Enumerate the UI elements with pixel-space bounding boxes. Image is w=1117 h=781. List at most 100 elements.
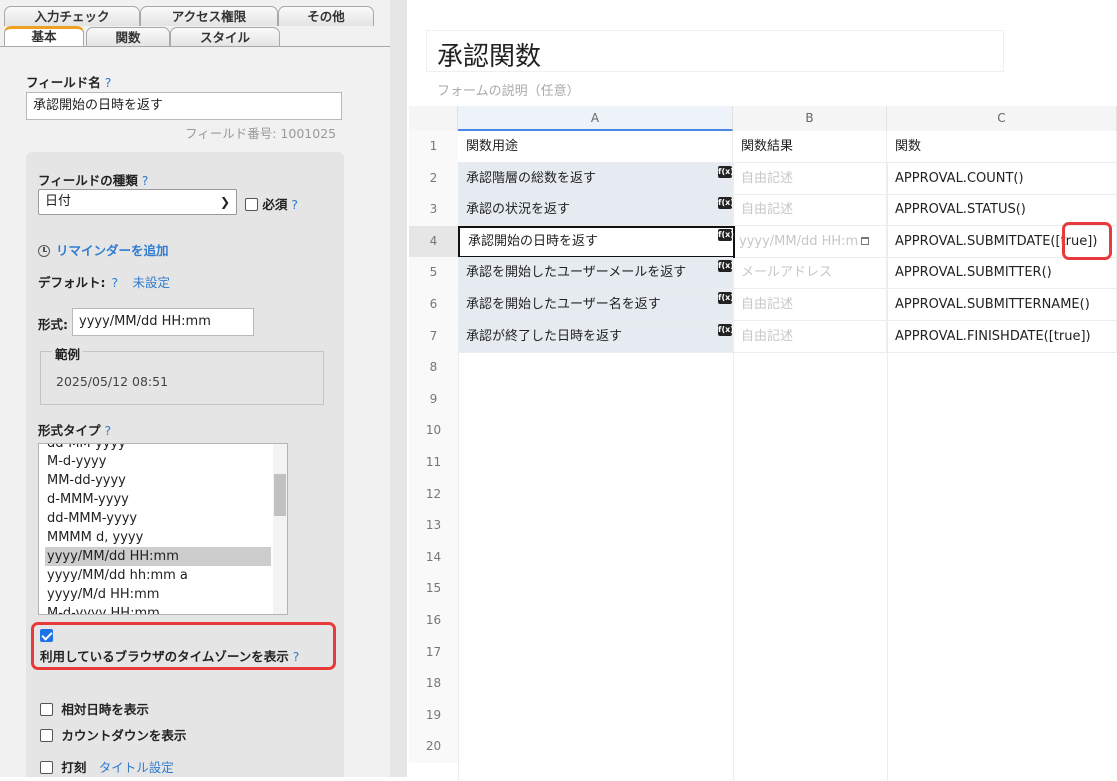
relative-date-checkbox[interactable] (40, 703, 53, 716)
title-setting-link[interactable]: タイトル設定 (99, 760, 174, 775)
row-number[interactable]: 7 (409, 321, 458, 353)
required-checkbox[interactable] (245, 198, 258, 211)
row-number[interactable]: 14 (409, 542, 458, 574)
example-legend: 範例 (52, 344, 84, 363)
list-item[interactable]: dd-MMM-yyyy (45, 509, 271, 528)
column-header-a[interactable]: A (458, 106, 733, 131)
tab-other[interactable]: その他 (278, 6, 374, 26)
tab-functions[interactable]: 関数 (86, 27, 170, 47)
field-settings-panel: 入力チェック アクセス権限 その他 基本 関数 スタイル フィールド名? 承認開… (0, 0, 390, 777)
table-cell[interactable]: APPROVAL.STATUS() (887, 194, 1117, 226)
list-item[interactable]: yyyy/M/d HH:mm (45, 585, 271, 604)
row-number[interactable]: 16 (409, 605, 458, 637)
form-description[interactable]: フォームの説明（任意） (437, 80, 580, 99)
format-type-label: 形式タイプ? (38, 423, 112, 438)
row-number[interactable]: 2 (409, 163, 458, 195)
countdown-option: カウントダウンを表示 (40, 725, 186, 744)
default-help[interactable]: ? (112, 275, 119, 290)
table-cell[interactable]: APPROVAL.SUBMITTER() (887, 257, 1117, 289)
row-number[interactable]: 11 (409, 447, 458, 479)
list-scroll-thumb[interactable] (274, 474, 286, 516)
row-number[interactable]: 8 (409, 352, 458, 384)
row-number[interactable]: 20 (409, 731, 458, 763)
column-header-b[interactable]: B (733, 106, 887, 131)
format-type-list[interactable]: dd-MM-yyyy M-d-yyyy MM-dd-yyyy d-MMM-yyy… (38, 443, 288, 615)
list-scrollbar[interactable] (273, 444, 287, 614)
required-help[interactable]: ? (291, 197, 298, 212)
list-item[interactable]: d-MMM-yyyy (45, 490, 271, 509)
true-arg-highlight (1062, 222, 1112, 260)
example-value: 2025/05/12 08:51 (56, 374, 169, 389)
field-type-select[interactable]: 日付 ❯ (38, 189, 237, 215)
row-number[interactable]: 5 (409, 257, 458, 289)
list-item-selected[interactable]: yyyy/MM/dd HH:mm (45, 547, 271, 566)
table-cell[interactable]: 自由記述 (733, 289, 887, 321)
row-number[interactable]: 6 (409, 289, 458, 321)
spreadsheet-grid: A B C 1 2 3 4 5 6 7 8 9 10 11 12 13 14 1… (409, 106, 1117, 781)
row-number[interactable]: 15 (409, 573, 458, 605)
table-cell[interactable]: yyyy/MM/dd HH:m (735, 226, 887, 258)
row-number[interactable]: 10 (409, 415, 458, 447)
tab-style[interactable]: スタイル (170, 27, 280, 47)
tab-divider (0, 46, 390, 47)
form-title[interactable]: 承認関数 (437, 36, 541, 73)
required-option: 必須? (245, 194, 298, 213)
table-cell[interactable]: 自由記述 (733, 163, 887, 195)
tab-basic[interactable]: 基本 (4, 26, 84, 47)
tab-input-check[interactable]: 入力チェック (4, 6, 140, 26)
function-icon: f(x) (718, 197, 734, 209)
row-number[interactable]: 13 (409, 510, 458, 542)
row-number[interactable]: 3 (409, 194, 458, 226)
table-cell[interactable]: 承認の状況を返す (458, 194, 733, 226)
function-icon: f(x) (718, 260, 734, 272)
row-number[interactable]: 12 (409, 479, 458, 511)
field-name-input[interactable]: 承認開始の日時を返す (26, 92, 342, 120)
format-input[interactable]: yyyy/MM/dd HH:mm (72, 308, 254, 336)
table-cell[interactable]: 承認を開始したユーザーメールを返す (458, 257, 733, 289)
stamp-checkbox[interactable] (40, 761, 53, 774)
function-icon: f(x) (718, 229, 734, 241)
table-cell[interactable]: APPROVAL.COUNT() (887, 163, 1117, 195)
calendar-icon[interactable] (861, 237, 870, 245)
table-cell-active[interactable]: 承認開始の日時を返す (458, 226, 735, 258)
table-cell[interactable]: 自由記述 (733, 194, 887, 226)
table-cell[interactable]: APPROVAL.FINISHDATE([true]) (887, 321, 1117, 353)
corner-header[interactable] (409, 106, 458, 131)
table-header-cell[interactable]: 関数用途 (458, 131, 733, 163)
function-icon: f(x) (718, 292, 734, 304)
list-item[interactable]: M-d-yyyy (45, 452, 271, 471)
timezone-highlight (31, 622, 336, 670)
field-name-help[interactable]: ? (105, 75, 112, 90)
table-cell[interactable]: 承認が終了した日時を返す (458, 321, 733, 353)
countdown-checkbox[interactable] (40, 729, 53, 742)
row-number[interactable]: 1 (409, 131, 458, 163)
table-cell[interactable]: 自由記述 (733, 321, 887, 353)
list-item[interactable]: yyyy/MM/dd hh:mm a (45, 566, 271, 585)
row-number[interactable]: 18 (409, 668, 458, 700)
list-item[interactable]: MM-dd-yyyy (45, 471, 271, 490)
row-number[interactable]: 17 (409, 637, 458, 669)
tab-access-rights[interactable]: アクセス権限 (140, 6, 278, 26)
default-value-link[interactable]: 未設定 (133, 275, 171, 290)
table-header-cell[interactable]: 関数 (887, 131, 1117, 163)
table-cell[interactable]: メールアドレス (733, 257, 887, 289)
format-type-help[interactable]: ? (105, 423, 112, 438)
list-item[interactable]: M-d-yyyy HH:mm (45, 604, 271, 614)
add-reminder[interactable]: リマインダーを追加 (38, 240, 169, 259)
field-type-label: フィールドの種類? (38, 173, 149, 188)
column-header-c[interactable]: C (887, 106, 1117, 131)
table-cell[interactable]: 承認階層の総数を返す (458, 163, 733, 195)
list-item[interactable]: MMMM d, yyyy (45, 528, 271, 547)
row-number-selected[interactable]: 4 (409, 226, 458, 258)
stamp-option: 打刻 タイトル設定 (40, 757, 174, 776)
table-cell[interactable]: APPROVAL.SUBMITTERNAME() (887, 289, 1117, 321)
relative-date-option: 相対日時を表示 (40, 699, 149, 718)
row-number[interactable]: 19 (409, 700, 458, 732)
field-number-note: フィールド番号: 1001025 (185, 126, 337, 141)
field-type-help[interactable]: ? (142, 173, 149, 188)
row-number[interactable]: 9 (409, 384, 458, 416)
table-cell[interactable]: 承認を開始したユーザー名を返す (458, 289, 733, 321)
panel-splitter[interactable] (390, 0, 407, 777)
table-header-cell[interactable]: 関数結果 (733, 131, 887, 163)
function-icon: f(x) (718, 166, 734, 178)
